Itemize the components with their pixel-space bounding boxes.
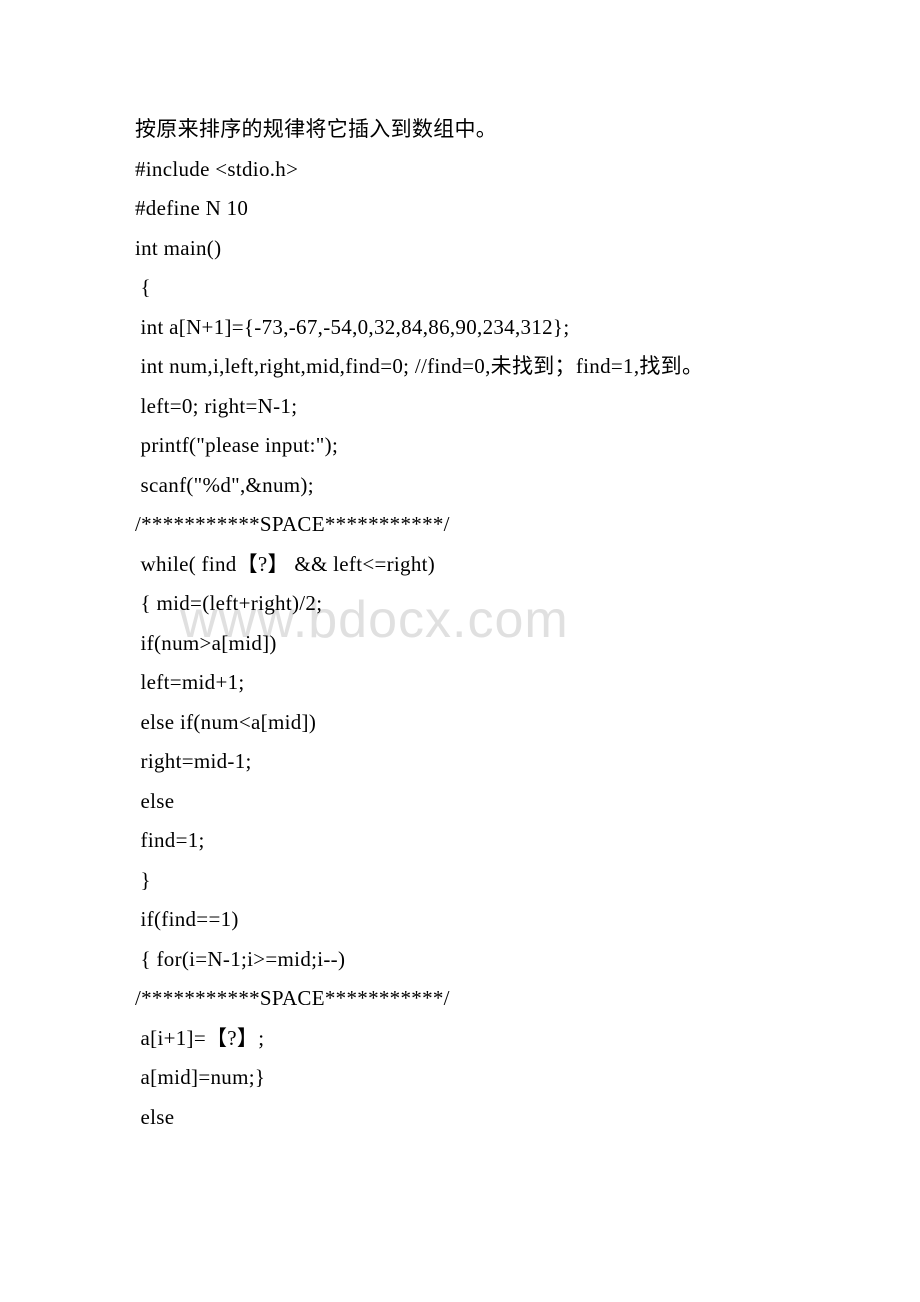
code-line: { for(i=N-1;i>=mid;i--) <box>135 940 790 980</box>
code-line: /***********SPACE***********/ <box>135 979 790 1019</box>
code-content: 按原来排序的规律将它插入到数组中。 #include <stdio.h> #de… <box>135 110 790 1137</box>
code-line: int num,i,left,right,mid,find=0; //find=… <box>135 347 790 387</box>
code-line: if(find==1) <box>135 900 790 940</box>
code-line: if(num>a[mid]) <box>135 624 790 664</box>
code-line: } <box>135 861 790 901</box>
code-line: a[i+1]=【?】; <box>135 1019 790 1059</box>
code-line: /***********SPACE***********/ <box>135 505 790 545</box>
code-line: #include <stdio.h> <box>135 150 790 190</box>
code-line: scanf("%d",&num); <box>135 466 790 506</box>
code-line: a[mid]=num;} <box>135 1058 790 1098</box>
code-line: right=mid-1; <box>135 742 790 782</box>
code-line: int main() <box>135 229 790 269</box>
code-line: int a[N+1]={-73,-67,-54,0,32,84,86,90,23… <box>135 308 790 348</box>
code-line: else if(num<a[mid]) <box>135 703 790 743</box>
code-line: while( find【?】 && left<=right) <box>135 545 790 585</box>
code-line: 按原来排序的规律将它插入到数组中。 <box>135 110 790 150</box>
code-line: left=0; right=N-1; <box>135 387 790 427</box>
code-line: else <box>135 782 790 822</box>
code-line: printf("please input:"); <box>135 426 790 466</box>
code-line: find=1; <box>135 821 790 861</box>
code-line: { mid=(left+right)/2; <box>135 584 790 624</box>
code-line: #define N 10 <box>135 189 790 229</box>
code-line: left=mid+1; <box>135 663 790 703</box>
code-line: { <box>135 268 790 308</box>
code-line: else <box>135 1098 790 1138</box>
